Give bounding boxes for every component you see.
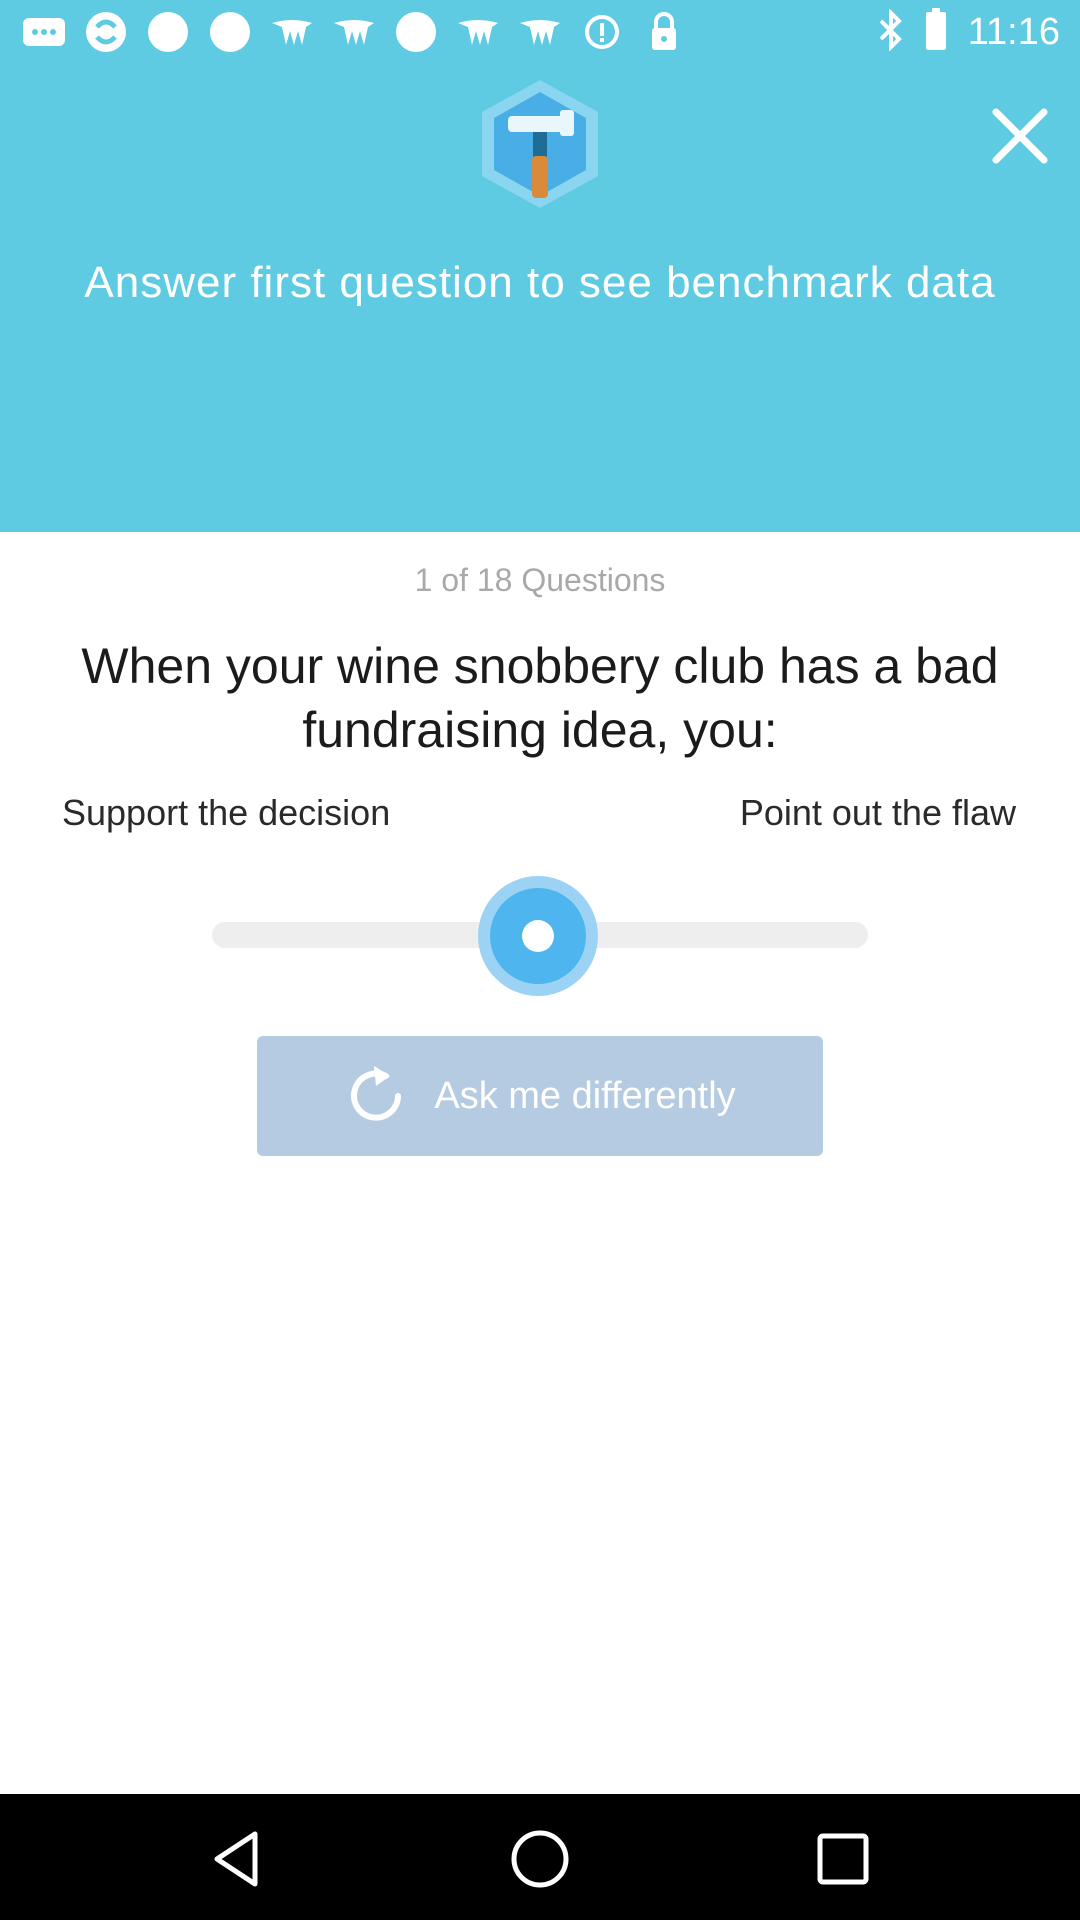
- circle-notification-icon: [146, 12, 190, 52]
- question-text: When your wine snobbery club has a bad f…: [81, 638, 999, 758]
- status-time: 11:16: [967, 11, 1060, 53]
- slider-right-label: Point out the flaw: [739, 792, 1016, 833]
- slider-thumb-dot: [522, 920, 554, 952]
- hammer-hexagon-icon: [478, 78, 602, 210]
- info-icon: [580, 12, 624, 52]
- ask-button-label: Ask me differently: [434, 1074, 736, 1117]
- status-bar: 11:16: [0, 0, 1080, 64]
- question-counter: 1 of 18 Questions: [414, 562, 666, 598]
- home-icon[interactable]: [505, 1824, 575, 1894]
- status-system-icons: 11:16: [878, 8, 1060, 57]
- circle-notification-icon: [394, 12, 438, 52]
- close-icon[interactable]: [990, 106, 1050, 166]
- slider-thumb-inner: [490, 888, 586, 984]
- ask-me-differently-button[interactable]: Ask me differently: [257, 1036, 823, 1156]
- back-icon[interactable]: [203, 1824, 273, 1894]
- wings-app-icon: [270, 12, 314, 52]
- status-notification-icons: [22, 12, 686, 52]
- header: 11:16 Answer first question to see bench…: [0, 0, 1080, 532]
- circle-notification-icon: [208, 12, 252, 52]
- battery-icon: [924, 8, 948, 57]
- benchmark-prompt: Answer first question to see benchmark d…: [84, 258, 996, 307]
- navigation-bar: [0, 1794, 1080, 1920]
- recents-icon[interactable]: [808, 1824, 878, 1894]
- wings-app-icon: [332, 12, 376, 52]
- answer-slider-thumb[interactable]: [478, 876, 598, 996]
- wings-app-icon: [518, 12, 562, 52]
- more-notifications-icon: [22, 12, 66, 52]
- bluetooth-icon: [878, 8, 904, 56]
- refresh-icon: [344, 1062, 408, 1131]
- wings-app-icon: [456, 12, 500, 52]
- lock-icon: [642, 12, 686, 52]
- slider-left-label: Support the decision: [62, 792, 391, 833]
- sync-app-icon: [84, 12, 128, 52]
